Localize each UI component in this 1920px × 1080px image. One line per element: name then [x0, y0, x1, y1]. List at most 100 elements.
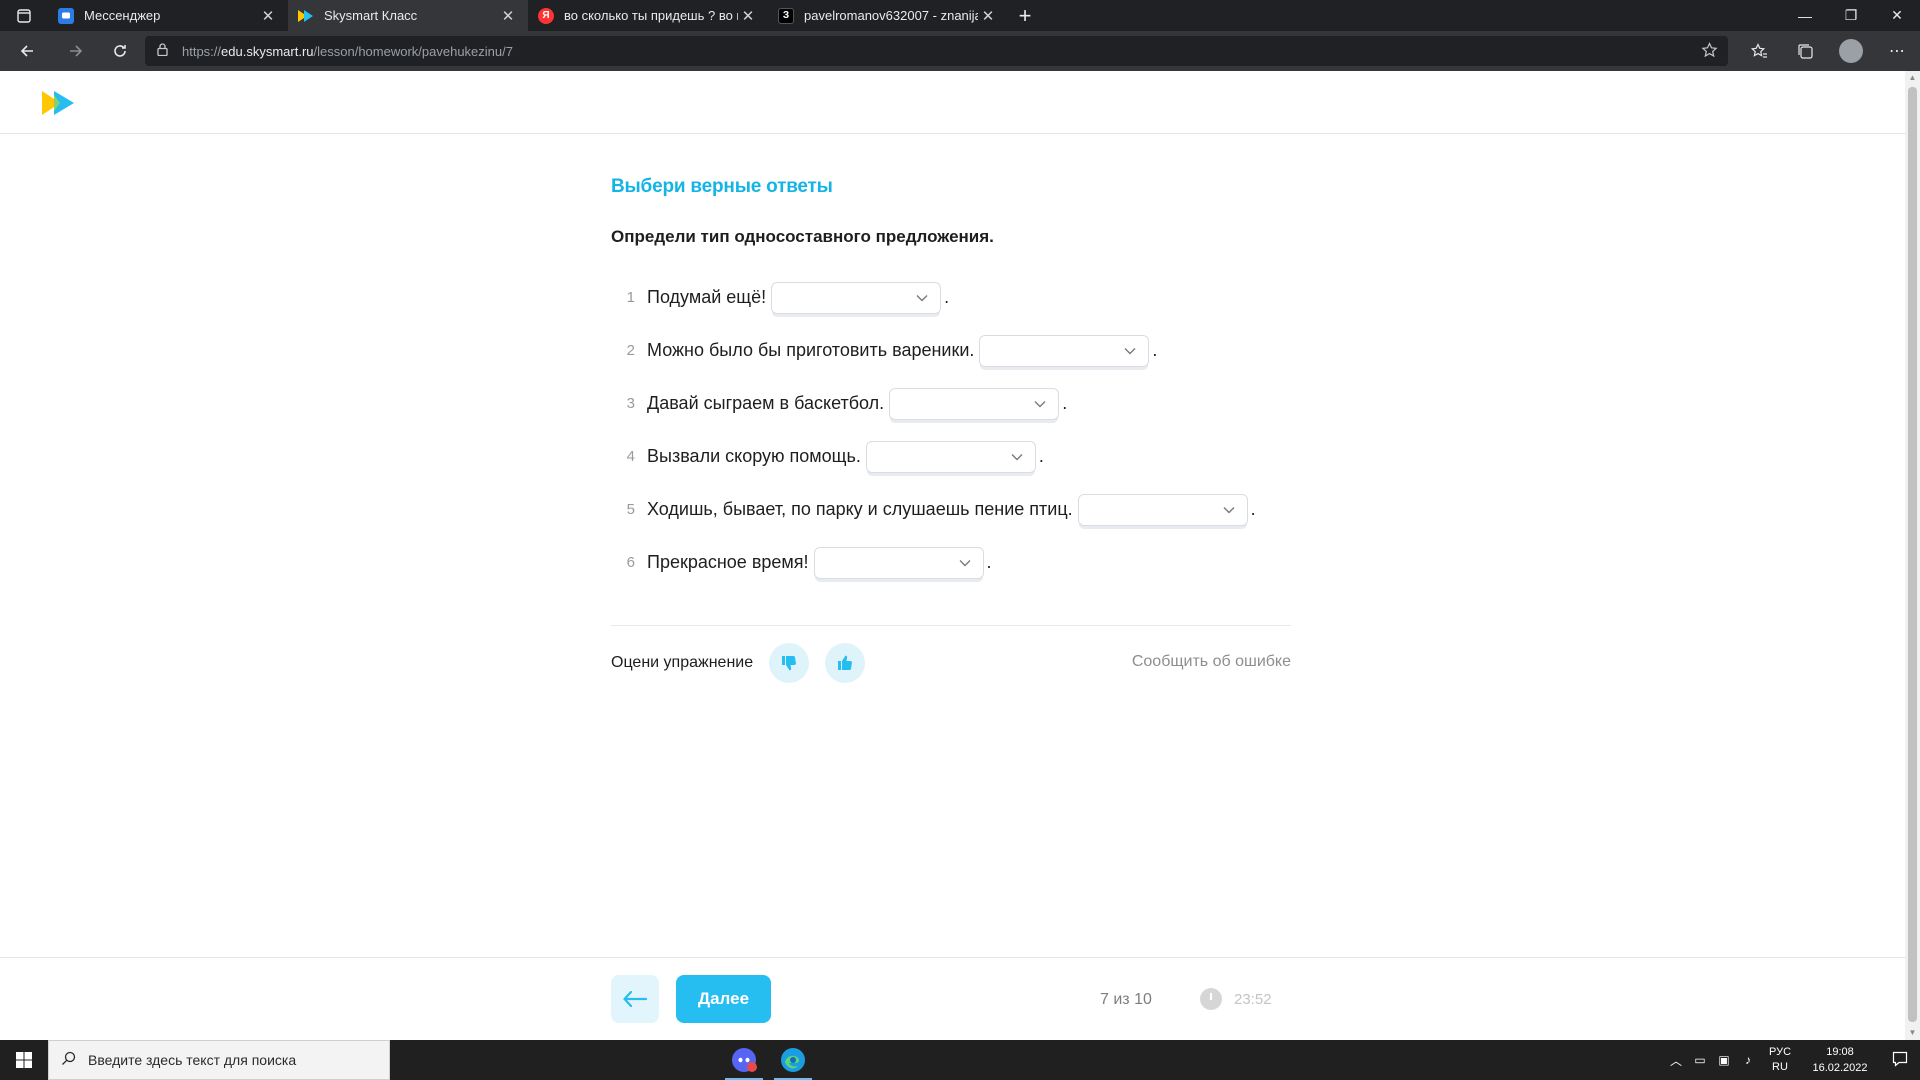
avatar-icon [1839, 39, 1863, 63]
taskbar-clock[interactable]: 19:08 16.02.2022 [1800, 1044, 1880, 1076]
browser-toolbar: https://edu.skysmart.ru/lesson/homework/… [0, 31, 1920, 71]
taskbar-app-discord[interactable] [721, 1040, 767, 1080]
sentence-text: Вызвали скорую помощь. [647, 446, 861, 466]
tab-title: во сколько ты придешь ? во вс [564, 8, 738, 23]
sentence-text: Прекрасное время! [647, 552, 809, 572]
toolbar-right-actions: ⋯ [1736, 31, 1920, 71]
punctuation: . [1152, 340, 1158, 360]
tab-title: Skysmart Класс [324, 8, 418, 23]
chevron-down-icon [1124, 347, 1136, 354]
answer-dropdown-4[interactable] [865, 440, 1036, 473]
list-item: 4 Вызвали скорую помощь. . [611, 430, 1291, 483]
chevron-up-icon[interactable]: ︿ [1664, 1052, 1688, 1069]
tab-title: pavelromanov632007 - znanija.c [804, 8, 978, 23]
favorites-icon[interactable] [1736, 42, 1782, 60]
windows-logo-icon [16, 1052, 32, 1068]
list-item: 1 Подумай ещё! . [611, 271, 1291, 324]
dislike-button[interactable] [769, 643, 810, 683]
list-item: 2 Можно было бы приготовить вареники. . [611, 324, 1291, 377]
answer-dropdown-6[interactable] [813, 546, 984, 579]
url-scheme: https:// [182, 43, 222, 59]
timer-value: 23:52 [1234, 990, 1272, 1008]
window-controls: — ❐ ✕ [1782, 0, 1920, 31]
scroll-up-icon[interactable]: ▲ [1908, 73, 1917, 83]
input-language[interactable]: РУС RU [1760, 1045, 1800, 1075]
page-scrollbar[interactable]: ▲ ▼ [1905, 71, 1920, 1040]
network-icon[interactable]: ▣ [1712, 1053, 1736, 1067]
punctuation: . [1250, 499, 1256, 519]
list-item: 5 Ходишь, бывает, по парку и слушаешь пе… [611, 483, 1291, 536]
windows-taskbar: Введите здесь текст для поиска ︿ ▭ ▣ ♪ Р… [0, 1040, 1920, 1080]
tab-yandex[interactable]: Я во сколько ты придешь ? во вс ✕ [528, 0, 768, 31]
tab-close-icon[interactable]: ✕ [258, 7, 278, 25]
yandex-favicon-icon: Я [538, 7, 554, 24]
answer-dropdown-5[interactable] [1077, 493, 1248, 526]
tab-close-icon[interactable]: ✕ [498, 7, 518, 25]
reload-button[interactable] [98, 31, 142, 71]
chevron-down-icon [1034, 400, 1046, 407]
meet-now-icon[interactable]: ▭ [1688, 1053, 1712, 1067]
list-item: 6 Прекрасное время! . [611, 536, 1291, 589]
add-favorite-icon[interactable] [1701, 42, 1718, 62]
lang-bottom: RU [1772, 1061, 1788, 1073]
punctuation: . [1062, 393, 1068, 413]
tab-skysmart[interactable]: Skysmart Класс ✕ [288, 0, 528, 31]
next-button[interactable]: Далее [676, 975, 771, 1023]
chevron-down-icon [959, 559, 971, 566]
site-header [0, 71, 1905, 134]
more-menu-icon[interactable]: ⋯ [1874, 41, 1920, 61]
tab-actions-button[interactable] [0, 0, 48, 31]
taskbar-search-box[interactable]: Введите здесь текст для поиска [48, 1040, 390, 1080]
close-window-icon[interactable]: ✕ [1874, 0, 1920, 31]
tab-messenger[interactable]: Мессенджер ✕ [48, 0, 288, 31]
sentence-text: Давай сыграем в баскетбол. [647, 393, 885, 413]
timer: 23:52 [1200, 988, 1272, 1010]
back-button[interactable] [611, 975, 659, 1023]
scroll-down-icon[interactable]: ▼ [1908, 1028, 1917, 1038]
profile-avatar[interactable] [1828, 39, 1874, 63]
search-placeholder: Введите здесь текст для поиска [88, 1052, 297, 1068]
divider [611, 625, 1291, 626]
notifications-icon[interactable] [1880, 1051, 1920, 1070]
volume-icon[interactable]: ♪ [1736, 1053, 1760, 1067]
clock-date: 16.02.2022 [1812, 1062, 1868, 1074]
forward-nav-button[interactable] [54, 31, 98, 71]
answer-dropdown-2[interactable] [979, 334, 1150, 367]
clock-time: 19:08 [1826, 1046, 1854, 1058]
report-error-link[interactable]: Сообщить об ошибке [1132, 653, 1291, 671]
tab-title: Мессенджер [84, 8, 161, 23]
tab-close-icon[interactable]: ✕ [978, 7, 998, 25]
item-number: 2 [626, 342, 635, 359]
thumbs-down-icon [782, 655, 797, 671]
answer-dropdown-3[interactable] [889, 387, 1060, 420]
address-bar[interactable]: https://edu.skysmart.ru/lesson/homework/… [145, 36, 1728, 66]
punctuation: . [944, 287, 950, 307]
restore-icon[interactable]: ❐ [1828, 0, 1874, 31]
start-button[interactable] [0, 1040, 48, 1080]
skysmart-favicon-icon [298, 8, 314, 24]
back-nav-button[interactable] [0, 31, 54, 71]
url-path: /lesson/homework/pavehukezinu/7 [313, 43, 513, 59]
list-item: 3 Давай сыграем в баскетбол. . [611, 377, 1291, 430]
page: Выбери верные ответы Определи тип односо… [0, 71, 1905, 1040]
url-host: edu.skysmart.ru [221, 43, 314, 59]
collections-icon[interactable] [1782, 43, 1828, 60]
answer-dropdown-1[interactable] [771, 281, 942, 314]
punctuation: . [986, 552, 992, 572]
arrow-right-icon [70, 45, 83, 57]
item-number: 6 [626, 554, 635, 571]
minimize-icon[interactable]: — [1782, 0, 1828, 31]
tab-znanija[interactable]: З pavelromanov632007 - znanija.c ✕ [768, 0, 1008, 31]
sentence-text: Ходишь, бывает, по парку и слушаешь пени… [647, 499, 1073, 519]
new-tab-button[interactable]: + [1008, 0, 1042, 31]
sentence-text: Подумай ещё! [647, 287, 767, 307]
chevron-down-icon [1011, 453, 1023, 460]
taskbar-app-edge[interactable] [770, 1040, 816, 1080]
like-button[interactable] [825, 643, 866, 683]
arrow-left-icon [20, 45, 33, 57]
tab-close-icon[interactable]: ✕ [738, 7, 758, 25]
search-icon [61, 1051, 76, 1069]
scrollbar-thumb[interactable] [1908, 87, 1917, 1022]
item-number: 1 [626, 289, 635, 306]
skysmart-logo-icon[interactable] [40, 89, 76, 122]
